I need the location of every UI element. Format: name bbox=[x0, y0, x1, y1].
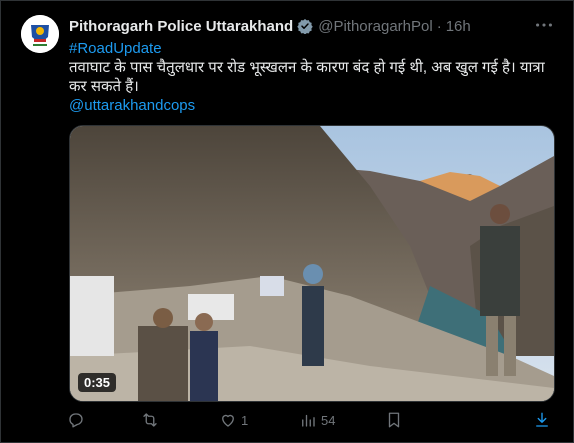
video-duration: 0:35 bbox=[78, 373, 117, 392]
like-icon bbox=[222, 414, 234, 427]
more-button[interactable] bbox=[533, 14, 555, 36]
separator-dot: · bbox=[436, 17, 442, 35]
reply-button[interactable] bbox=[67, 410, 89, 430]
tweet-time[interactable]: 16h bbox=[446, 18, 471, 35]
like-count: 1 bbox=[241, 412, 249, 428]
views-count: 54 bbox=[321, 412, 336, 428]
video-thumbnail bbox=[70, 126, 554, 401]
action-bar: 1 54 bbox=[67, 410, 553, 432]
views-button[interactable]: 54 bbox=[299, 410, 335, 430]
share-button[interactable] bbox=[533, 410, 551, 430]
author-handle[interactable]: @PithoragarhPol bbox=[318, 18, 432, 35]
like-button[interactable]: 1 bbox=[219, 410, 248, 430]
tweet-text: #RoadUpdate तवाघाट के पास चैतुलधार पर रो… bbox=[69, 39, 549, 115]
police-logo-icon bbox=[21, 15, 59, 53]
bookmark-button[interactable] bbox=[385, 410, 403, 430]
retweet-icon bbox=[143, 413, 157, 427]
views-icon bbox=[302, 414, 315, 427]
more-icon bbox=[536, 23, 552, 27]
share-icon bbox=[536, 412, 548, 427]
video-player[interactable]: 0:35 bbox=[69, 125, 555, 402]
hashtag-link[interactable]: #RoadUpdate bbox=[69, 39, 549, 58]
mention-link[interactable]: @uttarakhandcops bbox=[69, 96, 549, 115]
retweet-button[interactable] bbox=[141, 410, 163, 430]
verified-badge-icon bbox=[297, 19, 313, 34]
author-name[interactable]: Pithoragarh Police Uttarakhand bbox=[69, 18, 293, 35]
tweet-header: Pithoragarh Police Uttarakhand @Pithorag… bbox=[69, 16, 471, 36]
bookmark-icon bbox=[388, 412, 400, 428]
tweet-card[interactable]: Pithoragarh Police Uttarakhand @Pithorag… bbox=[0, 0, 574, 443]
tweet-body: तवाघाट के पास चैतुलधार पर रोड भूस्खलन के… bbox=[69, 59, 545, 95]
reply-icon bbox=[69, 413, 83, 428]
avatar[interactable] bbox=[21, 15, 59, 53]
